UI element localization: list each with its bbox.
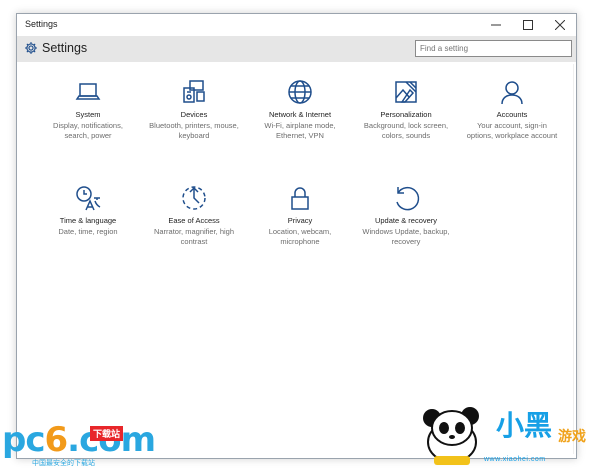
lock-icon xyxy=(291,187,309,210)
scroll-area-edge xyxy=(573,64,574,454)
tile-description: Narrator, magnifier, high contrast xyxy=(153,227,235,246)
xiaohei-game: 游戏 xyxy=(558,428,586,444)
tile-description: Wi-Fi, airplane mode, Ethernet, VPN xyxy=(264,121,336,140)
maximize-icon xyxy=(523,20,533,30)
tile-label: Ease of Access xyxy=(168,216,220,225)
tile-label: Time & language xyxy=(59,216,117,225)
tile-system[interactable]: System Display, notifications, search, p… xyxy=(35,78,141,141)
devices-icon xyxy=(183,80,205,103)
tile-time-language[interactable]: Time & language Date, time, region xyxy=(35,184,141,237)
tile-label: Accounts xyxy=(496,110,528,119)
tile-label: Update & recovery xyxy=(374,216,438,225)
update-icon xyxy=(396,186,420,211)
tile-description: Location, webcam, microphone xyxy=(268,227,332,246)
page-title: Settings xyxy=(42,41,88,55)
maximize-button[interactable] xyxy=(512,14,544,36)
pc6-badge: 下载站 xyxy=(90,426,124,441)
tile-ease-of-access[interactable]: Ease of Access Narrator, magnifier, high… xyxy=(141,184,247,247)
close-button[interactable] xyxy=(544,14,576,36)
minimize-button[interactable] xyxy=(480,14,512,36)
search-input[interactable] xyxy=(415,40,572,57)
title-bar: Settings xyxy=(17,14,576,36)
window-title: Settings xyxy=(25,19,58,29)
personalization-icon xyxy=(395,81,417,103)
xiaohei-watermark: 小黑 游戏 www.xiaohei.com xyxy=(418,400,608,468)
tile-update-recovery[interactable]: Update & recovery Windows Update, backup… xyxy=(353,184,459,247)
minimize-icon xyxy=(491,24,501,26)
xiaohei-brand: 小黑 xyxy=(496,409,553,442)
tile-description: Display, notifications, search, power xyxy=(53,121,123,140)
globe-icon xyxy=(288,80,312,104)
tile-accounts[interactable]: Accounts Your account, sign-in options, … xyxy=(459,78,565,141)
tile-privacy[interactable]: Privacy Location, webcam, microphone xyxy=(247,184,353,247)
tile-devices[interactable]: Devices Bluetooth, printers, mouse, keyb… xyxy=(141,78,247,141)
time-language-icon xyxy=(76,186,101,211)
tile-label: Personalization xyxy=(380,110,432,119)
ease-of-access-icon xyxy=(182,186,206,210)
tile-label: System xyxy=(75,110,101,119)
close-icon xyxy=(555,20,565,30)
settings-window: Settings Settings Find a setting System … xyxy=(16,13,577,459)
tile-description: Date, time, region xyxy=(58,227,118,236)
panda-icon xyxy=(423,407,479,465)
pc6-subtitle: 中国最安全的下载站 xyxy=(32,460,95,467)
tile-description: Your account, sign-in options, workplace… xyxy=(466,121,558,140)
tile-description: Background, lock screen, colors, sounds xyxy=(363,121,449,140)
tile-description: Bluetooth, printers, mouse, keyboard xyxy=(149,121,239,140)
laptop-icon xyxy=(75,83,101,100)
tile-label: Network & Internet xyxy=(268,110,332,119)
tile-label: Devices xyxy=(180,110,208,119)
tile-network[interactable]: Network & Internet Wi-Fi, airplane mode,… xyxy=(247,78,353,141)
xiaohei-url: www.xiaohei.com xyxy=(484,456,546,463)
tile-description: Windows Update, backup, recovery xyxy=(362,227,450,246)
tile-label: Privacy xyxy=(287,216,313,225)
gear-icon xyxy=(25,42,37,54)
settings-header: Settings xyxy=(17,36,576,62)
person-icon xyxy=(501,81,523,105)
settings-grid: System Display, notifications, search, p… xyxy=(35,78,565,278)
pc6-logo: pc6.com xyxy=(2,420,156,460)
pc6-watermark: pc6.com 下载站 中国最安全的下载站 xyxy=(2,420,156,467)
tile-personalization[interactable]: Personalization Background, lock screen,… xyxy=(353,78,459,141)
